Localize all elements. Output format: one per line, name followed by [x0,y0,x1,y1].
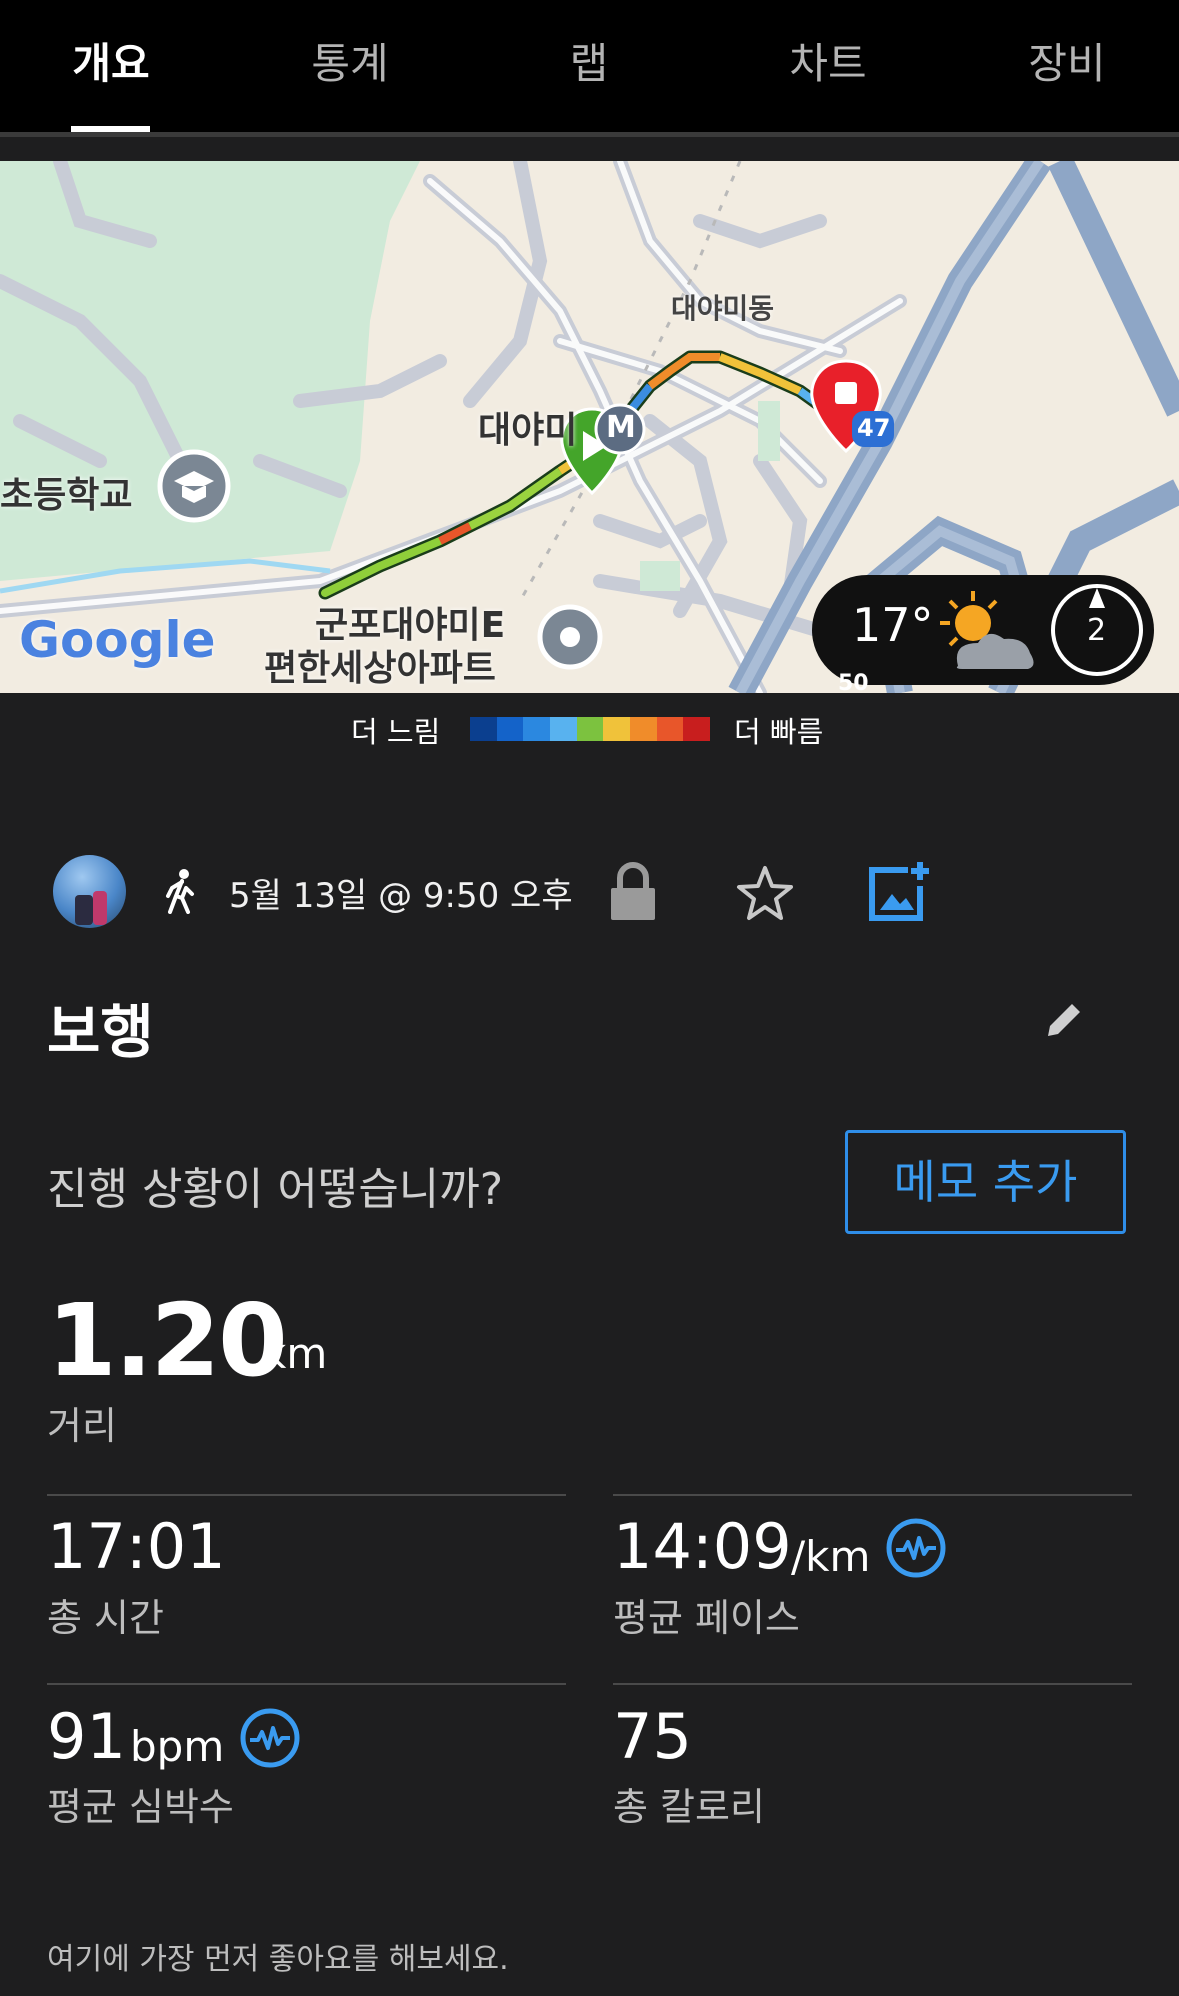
distance-value: 1.20 [47,1282,288,1399]
distance-unit: km [262,1329,328,1378]
legend-swatch [550,717,577,741]
legend-swatch [683,717,711,741]
legend-swatch [630,717,657,741]
distance-label: 거리 [47,1404,117,1448]
google-logo: Google [19,611,216,669]
edit-pencil-icon[interactable] [1042,998,1086,1042]
legend-slow-label: 더 느림 [351,715,441,749]
tab-charts[interactable]: 차트 [728,30,928,91]
road-47-label: 47 [857,414,891,442]
legend-swatch [656,717,684,741]
add-note-button[interactable]: 메모 추가 [845,1130,1126,1234]
avg-pace-label: 평균 페이스 [613,1596,800,1640]
progress-prompt: 진행 상황이 어떻습니까? [47,1164,504,1215]
tab-laps[interactable]: 랩 [489,30,689,91]
avg-hr-value: 91 [47,1700,126,1773]
add-photo-icon[interactable] [868,860,932,922]
walking-icon [162,868,202,914]
legend-swatch [496,717,524,741]
legend-swatch [470,717,497,741]
total-time-value: 17:01 [47,1510,226,1583]
activity-date: 5월 13일 @ 9:50 오후 [229,876,573,916]
tab-bar: 개요 통계 랩 차트 장비 [0,0,1179,132]
divider [47,1494,566,1496]
legend-swatch [603,717,631,741]
pace-color-scale [470,717,711,741]
lock-icon[interactable] [607,862,659,922]
heart-rate-pulse-icon[interactable] [240,1708,300,1768]
avg-pace-value: 14:09 [613,1510,792,1583]
route-map[interactable]: 대야미동 대야미 M 초등학교 군포대야미E 편한세상아파트 47 50 Goo… [0,161,1179,693]
total-time-label: 총 시간 [47,1596,164,1640]
station-badge-letter: M [606,410,636,445]
legend-fast-label: 더 빠름 [734,715,824,749]
legend-swatch [523,717,551,741]
avg-hr-label: 평균 심박수 [47,1785,234,1829]
star-icon[interactable] [736,864,794,922]
spacer [0,137,1179,161]
avg-hr-unit: bpm [130,1722,225,1771]
calories-value: 75 [613,1700,692,1773]
legend-swatch [576,717,604,741]
like-prompt[interactable]: 여기에 가장 먼저 좋아요를 해보세요. [47,1934,509,1978]
tab-gear[interactable]: 장비 [967,30,1167,91]
activity-title: 보행 [47,998,154,1066]
map-label-apt-2: 편한세상아파트 [264,648,496,689]
wind-speed: 2 [1087,613,1107,648]
divider [613,1494,1132,1496]
road-50-label: 50 [838,671,869,693]
avatar[interactable] [53,855,126,928]
divider [47,1683,566,1685]
map-label-dong: 대야미동 [671,292,775,325]
map-label-station: 대야미 [478,410,578,451]
pace-pulse-icon[interactable] [886,1518,946,1578]
weather-temp: 17° [852,598,934,652]
tab-overview[interactable]: 개요 [11,30,211,91]
map-label-school: 초등학교 [0,475,133,516]
tab-stats[interactable]: 통계 [250,30,450,91]
divider [613,1683,1132,1685]
calories-label: 총 칼로리 [613,1785,765,1829]
avg-pace-unit: /km [791,1532,871,1581]
